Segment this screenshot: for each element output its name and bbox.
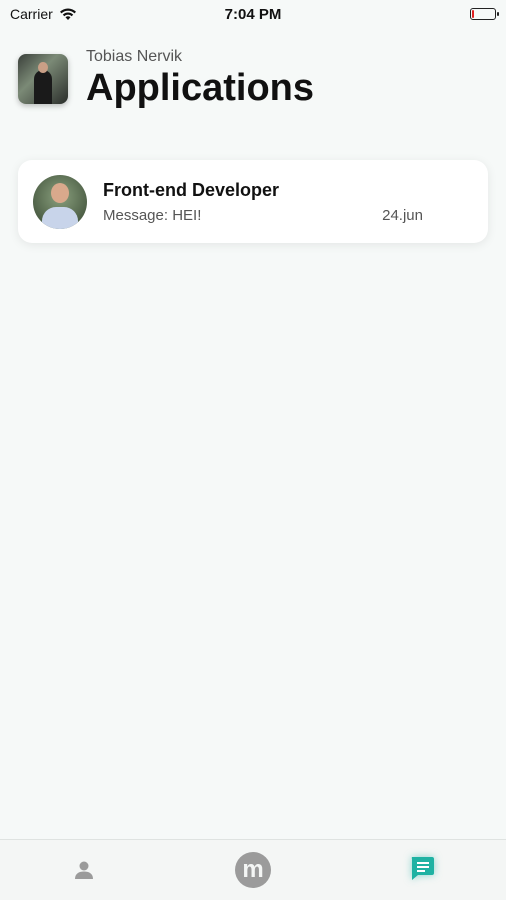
tab-home[interactable]: m (223, 845, 283, 895)
user-name: Tobias Nervik (86, 48, 183, 65)
profile-icon (75, 861, 94, 879)
m-logo-icon: m (234, 852, 271, 888)
avatar-shirt-shape (42, 206, 78, 229)
chat-icon-wrapper (408, 854, 436, 887)
application-meta-row: Message: HEI! 24.jun (103, 207, 423, 224)
header-text: Tobias Nervik Applications (86, 46, 314, 110)
user-avatar[interactable] (18, 54, 68, 104)
avatar-head-shape (38, 62, 48, 73)
application-card-body: Front-end Developer Message: HEI! 24.jun (103, 180, 423, 224)
wifi-icon (59, 8, 76, 20)
page-title: Applications (86, 67, 315, 109)
application-title: Front-end Developer (103, 179, 280, 200)
chat-icon (411, 856, 434, 880)
battery-level (472, 10, 474, 18)
tab-messages[interactable] (392, 845, 452, 895)
tab-bar: m (0, 839, 506, 900)
applicant-avatar (33, 174, 87, 229)
application-date: 24.jun (382, 206, 423, 224)
battery-icon (470, 8, 499, 20)
application-card[interactable]: Front-end Developer Message: HEI! 24.jun (18, 160, 488, 243)
tab-profile[interactable] (54, 845, 114, 895)
status-left: Carrier (10, 6, 77, 22)
avatar-person-shape (34, 70, 52, 104)
status-bar: Carrier 7:04 PM (0, 0, 506, 28)
application-message: Message: HEI! (103, 206, 202, 224)
carrier-label: Carrier (10, 6, 53, 22)
avatar-face-shape (51, 182, 69, 203)
page-header: Tobias Nervik Applications (18, 46, 314, 110)
